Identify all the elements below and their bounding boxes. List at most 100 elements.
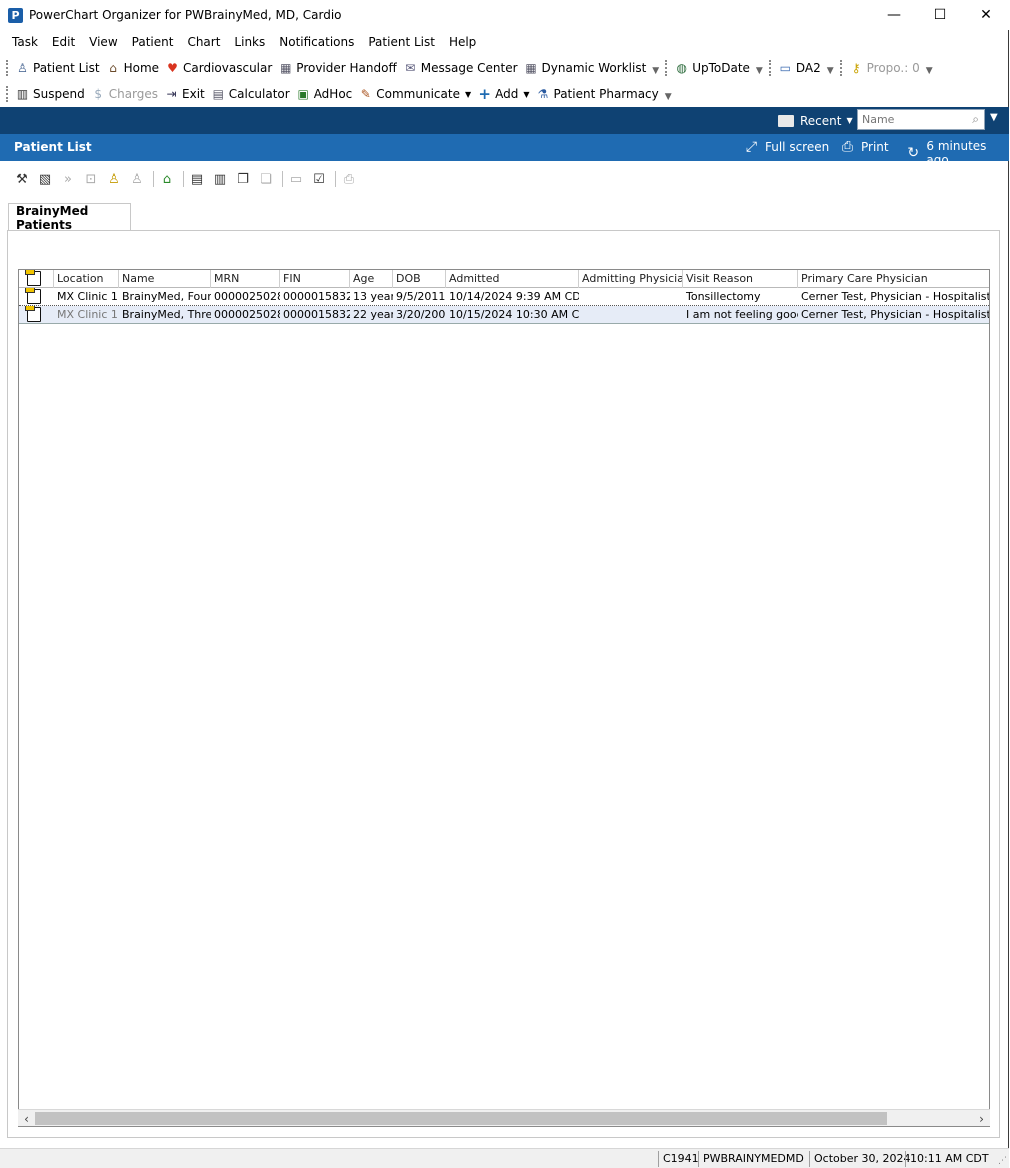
menu-patient-list[interactable]: Patient List	[361, 31, 442, 53]
horizontal-scrollbar[interactable]: ‹ ›	[18, 1109, 990, 1126]
menu-links[interactable]: Links	[227, 31, 272, 53]
toolbar-grip[interactable]	[768, 60, 772, 76]
maximize-button[interactable]: ☐	[917, 0, 963, 30]
toolbar-overflow-icon[interactable]: ▼	[756, 66, 763, 76]
cell-age: 13 years	[353, 290, 393, 303]
cell-location: MX Clinic 1	[57, 308, 118, 321]
patient-pharmacy-button[interactable]: ⚗ Patient Pharmacy	[534, 84, 663, 104]
tab-brainymed-patients[interactable]: BrainyMed Patients	[8, 203, 131, 232]
cell-primary-care-physician: Cerner Test, Physician - Hospitalist Ce	[801, 308, 990, 321]
copy-icon[interactable]: ❐	[233, 170, 253, 188]
proposals-button[interactable]: ⚷ Propo.: 0	[847, 58, 924, 78]
menu-edit[interactable]: Edit	[45, 31, 82, 53]
wrench-icon[interactable]: ⚒	[12, 170, 32, 188]
suspend-button[interactable]: ▥ Suspend	[13, 84, 89, 104]
patient-search-input[interactable]	[858, 110, 958, 129]
scrollbar-thumb[interactable]	[35, 1112, 887, 1125]
scroll-right-icon[interactable]: ›	[973, 1110, 990, 1127]
toolbar-grip[interactable]	[6, 86, 9, 102]
column-header-dob[interactable]: DOB	[393, 270, 446, 288]
charges-icon: $	[94, 87, 103, 101]
search-icon[interactable]: ⌕	[972, 112, 979, 127]
column-header-admitting-physician[interactable]: Admitting Physician	[579, 270, 683, 288]
toolbar-separator	[183, 171, 184, 187]
toolbar-grip[interactable]	[665, 60, 668, 76]
toolbar-overflow-icon[interactable]: ▼	[665, 92, 672, 102]
menu-patient[interactable]: Patient	[125, 31, 181, 53]
table-row[interactable]: MX Clinic 1 BrainyMed, Four 00000250289 …	[19, 288, 989, 306]
dynamic-worklist-button[interactable]: ▦ Dynamic Worklist	[522, 58, 651, 78]
close-button[interactable]: ✕	[963, 0, 1009, 30]
toolbar-overflow-icon[interactable]: ▼	[652, 66, 659, 76]
column-header-admitted[interactable]: Admitted	[446, 270, 579, 288]
full-screen-button[interactable]: ⤢ Full screen	[744, 139, 829, 154]
resize-grip-icon[interactable]: ⋰	[998, 1156, 1007, 1166]
add-button[interactable]: + Add ▼	[475, 84, 533, 104]
window-title: PowerChart Organizer for PWBrainyMed, MD…	[29, 8, 342, 22]
clipboard-list-icon[interactable]: ▥	[210, 170, 230, 188]
paste-icon[interactable]: ❏	[256, 170, 276, 188]
double-chevron-right-icon[interactable]: »	[58, 170, 78, 188]
clipboard-icon[interactable]: ▤	[187, 170, 207, 188]
add-person-icon[interactable]: ♙	[104, 170, 124, 188]
toolbar-overflow-icon[interactable]: ▼	[926, 66, 933, 76]
cardiovascular-label: Cardiovascular	[183, 61, 273, 75]
status-bar: C1941 PWBRAINYMEDMD October 30, 2024 10:…	[0, 1148, 1009, 1168]
menu-bar: Task Edit View Patient Chart Links Notif…	[0, 31, 1009, 53]
column-header-fin[interactable]: FIN	[280, 270, 350, 288]
column-header-visit-reason[interactable]: Visit Reason	[683, 270, 798, 288]
message-center-button[interactable]: ✉ Message Center	[401, 58, 522, 78]
card-icon[interactable]: ▭	[286, 170, 306, 188]
scroll-left-icon[interactable]: ‹	[18, 1110, 35, 1127]
column-header-location[interactable]: Location	[54, 270, 119, 288]
column-header-icon[interactable]	[19, 270, 54, 288]
remove-person-icon[interactable]: ♙	[127, 170, 147, 188]
heart-icon: ♥	[167, 61, 178, 75]
minimize-button[interactable]: —	[871, 0, 917, 30]
toolbar-separator	[153, 171, 154, 187]
cell-admitted: 10/14/2024 9:39 AM CDT	[449, 290, 579, 303]
print-button[interactable]: ⎙ Print	[840, 139, 889, 154]
toolbar-grip[interactable]	[839, 60, 843, 76]
chevron-down-icon: ▼	[846, 116, 853, 125]
menu-chart[interactable]: Chart	[180, 31, 227, 53]
column-header-primary-care-physician[interactable]: Primary Care Physician	[798, 270, 989, 288]
adhoc-button[interactable]: ▣ AdHoc	[294, 84, 357, 104]
column-header-name[interactable]: Name	[119, 270, 211, 288]
exit-button[interactable]: ⇥ Exit	[162, 84, 209, 104]
menu-task[interactable]: Task	[5, 31, 45, 53]
menu-view[interactable]: View	[82, 31, 124, 53]
status-date: October 30, 2024	[809, 1151, 915, 1167]
da2-button[interactable]: ▭ DA2	[776, 58, 825, 78]
full-screen-label: Full screen	[765, 139, 830, 154]
provider-handoff-button[interactable]: ▦ Provider Handoff	[276, 58, 400, 78]
checklist-icon[interactable]: ☑	[309, 170, 329, 188]
toolbar-overflow-icon[interactable]: ▼	[827, 66, 834, 76]
menu-notifications[interactable]: Notifications	[272, 31, 361, 53]
green-house-icon[interactable]: ⌂	[157, 170, 177, 188]
patient-list-button[interactable]: ♙ Patient List	[13, 58, 104, 78]
home-button[interactable]: ⌂ Home	[104, 58, 163, 78]
search-document-icon[interactable]: ⊡	[81, 170, 101, 188]
column-header-age[interactable]: Age	[350, 270, 393, 288]
table-row[interactable]: MX Clinic 1 BrainyMed, Three 00000250288…	[19, 306, 989, 324]
search-dropdown-icon[interactable]: ▼	[990, 112, 998, 123]
toolbar-separator	[282, 171, 283, 187]
uptodate-button[interactable]: ◍ UpToDate	[672, 58, 754, 78]
recent-button[interactable]: Recent ▼	[778, 111, 853, 130]
menu-help[interactable]: Help	[442, 31, 483, 53]
communicate-button[interactable]: ✎ Communicate ▼	[356, 84, 475, 104]
column-header-mrn[interactable]: MRN	[211, 270, 280, 288]
cardiovascular-button[interactable]: ♥ Cardiovascular	[163, 58, 276, 78]
envelope-icon: ✉	[405, 61, 416, 75]
refresh-button[interactable]: ↻ 6 minutes ago	[906, 139, 1009, 167]
cell-dob: 9/5/2011	[396, 290, 446, 303]
row-icon-cell	[19, 288, 54, 306]
charges-button[interactable]: $ Charges	[89, 84, 162, 104]
adhoc-icon: ▣	[297, 87, 309, 101]
properties-icon[interactable]: ▧	[35, 170, 55, 188]
cell-name: BrainyMed, Three	[122, 308, 211, 321]
toolbar-grip[interactable]	[6, 60, 9, 76]
calculator-button[interactable]: ▤ Calculator	[209, 84, 294, 104]
printer-icon[interactable]: ⎙	[339, 170, 359, 188]
